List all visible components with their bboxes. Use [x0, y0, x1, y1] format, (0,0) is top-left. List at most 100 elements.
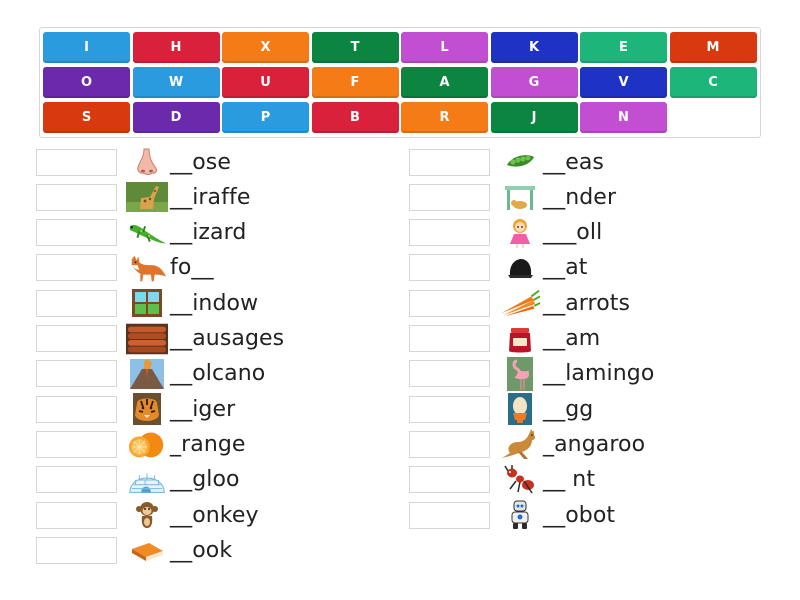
- kangaroo-icon: [499, 429, 541, 460]
- word-row: __at: [409, 253, 588, 283]
- letter-tile-f[interactable]: F: [311, 67, 399, 98]
- word-text: __am: [543, 326, 601, 351]
- word-text: __obot: [543, 502, 616, 528]
- letter-tile-b[interactable]: B: [311, 102, 399, 133]
- answer-drop-box[interactable]: [409, 430, 490, 458]
- word-row: __iraffe: [36, 182, 251, 213]
- word-text: __iraffe: [170, 184, 251, 210]
- orange-icon: [126, 429, 168, 459]
- flamingo-icon: [499, 356, 541, 391]
- word-row: fo__: [36, 253, 214, 283]
- answer-drop-box[interactable]: [36, 289, 117, 317]
- answer-drop-box[interactable]: [36, 148, 117, 176]
- answer-drop-box[interactable]: [36, 183, 117, 211]
- word-text: __onkey: [170, 502, 259, 528]
- word-row: __onkey: [36, 500, 259, 530]
- word-text: __at: [543, 255, 588, 281]
- answer-drop-box[interactable]: [36, 325, 117, 352]
- answer-drop-box[interactable]: [36, 360, 117, 388]
- word-text: fo__: [170, 255, 214, 281]
- letter-tile-r[interactable]: R: [401, 102, 488, 133]
- word-row: __olcano: [36, 358, 266, 389]
- letter-tile-c[interactable]: C: [669, 67, 757, 98]
- letter-tile-a[interactable]: A: [401, 67, 488, 98]
- word-row: __indow: [36, 288, 258, 318]
- word-row: __ook: [36, 535, 232, 565]
- word-text: __ose: [170, 149, 231, 175]
- letter-tile-d[interactable]: D: [132, 102, 220, 133]
- answer-drop-box[interactable]: [409, 254, 490, 282]
- word-text: __indow: [170, 290, 259, 316]
- word-text: _angaroo: [543, 431, 646, 457]
- igloo-icon: [126, 465, 168, 495]
- word-row: ___oll: [409, 218, 602, 248]
- letter-tile-o[interactable]: O: [43, 67, 130, 98]
- word-row: __gloo: [36, 465, 240, 495]
- word-text: __eas: [543, 149, 604, 175]
- book-icon: [126, 535, 168, 565]
- letter-tile-h[interactable]: H: [132, 32, 220, 63]
- letter-tile-l[interactable]: L: [401, 32, 488, 63]
- answer-drop-box[interactable]: [409, 501, 490, 529]
- volcano-icon: [126, 358, 168, 389]
- answer-drop-box[interactable]: [36, 219, 117, 247]
- letter-tile-i[interactable]: I: [43, 32, 130, 63]
- letter-tile-v[interactable]: V: [580, 67, 667, 98]
- word-text: __gloo: [170, 467, 240, 493]
- under-table-icon: [499, 182, 541, 212]
- giraffe-icon: [126, 182, 168, 213]
- letter-tile-t[interactable]: T: [311, 32, 399, 63]
- egg-icon: [499, 393, 541, 426]
- letter-tile-j[interactable]: J: [490, 102, 578, 133]
- tiger-icon: [126, 393, 168, 426]
- letter-tile-s[interactable]: S: [43, 102, 130, 133]
- word-row: __obot: [409, 500, 615, 530]
- word-row: __arrots: [409, 288, 630, 318]
- robot-icon: [499, 500, 541, 530]
- word-row: _angaroo: [409, 429, 646, 460]
- word-text: __izard: [170, 220, 247, 246]
- word-text: __nder: [543, 184, 617, 210]
- answer-drop-box[interactable]: [409, 289, 490, 317]
- peas-icon: [499, 147, 541, 177]
- letter-tile-p[interactable]: P: [222, 102, 309, 133]
- letter-tile-e[interactable]: E: [580, 32, 667, 63]
- word-text: __ausages: [170, 326, 285, 351]
- word-row: __ausages: [36, 323, 285, 354]
- answer-drop-box[interactable]: [36, 430, 117, 458]
- window-icon: [126, 288, 168, 318]
- word-text: _range: [170, 431, 246, 457]
- answer-drop-box[interactable]: [36, 254, 117, 282]
- word-row: __iger: [36, 393, 236, 426]
- letter-tile-m[interactable]: M: [669, 32, 757, 63]
- word-row: __ nt: [409, 464, 595, 495]
- letter-tile-u[interactable]: U: [222, 67, 309, 98]
- word-text: __olcano: [170, 361, 266, 387]
- answer-drop-box[interactable]: [36, 395, 117, 423]
- word-text: __arrots: [543, 290, 631, 316]
- answer-drop-box[interactable]: [36, 501, 117, 529]
- answer-drop-box[interactable]: [409, 466, 490, 494]
- letter-tile-w[interactable]: W: [132, 67, 220, 98]
- word-row: _range: [36, 429, 246, 459]
- letter-tile-g[interactable]: G: [490, 67, 578, 98]
- answer-drop-box[interactable]: [36, 466, 117, 494]
- letter-tile-x[interactable]: X: [222, 32, 309, 63]
- letter-tile-n[interactable]: N: [580, 102, 667, 133]
- word-text: __iger: [170, 396, 236, 422]
- answer-drop-box[interactable]: [409, 360, 490, 388]
- answer-drop-box[interactable]: [409, 219, 490, 247]
- answer-drop-box[interactable]: [36, 536, 117, 564]
- sausages-icon: [126, 323, 168, 354]
- answer-drop-box[interactable]: [409, 395, 490, 423]
- answer-drop-box[interactable]: [409, 325, 490, 352]
- answer-drop-box[interactable]: [409, 148, 490, 176]
- letter-tile-bank: IHXTLKEM OWUFAGVC SDPBRJN: [39, 27, 761, 138]
- answer-drop-box[interactable]: [409, 183, 490, 211]
- letter-tile-k[interactable]: K: [490, 32, 578, 63]
- word-row: __nder: [409, 182, 616, 212]
- carrots-icon: [499, 288, 541, 318]
- hat-icon: [499, 253, 541, 283]
- fox-icon: [126, 253, 168, 283]
- doll-icon: [499, 218, 541, 248]
